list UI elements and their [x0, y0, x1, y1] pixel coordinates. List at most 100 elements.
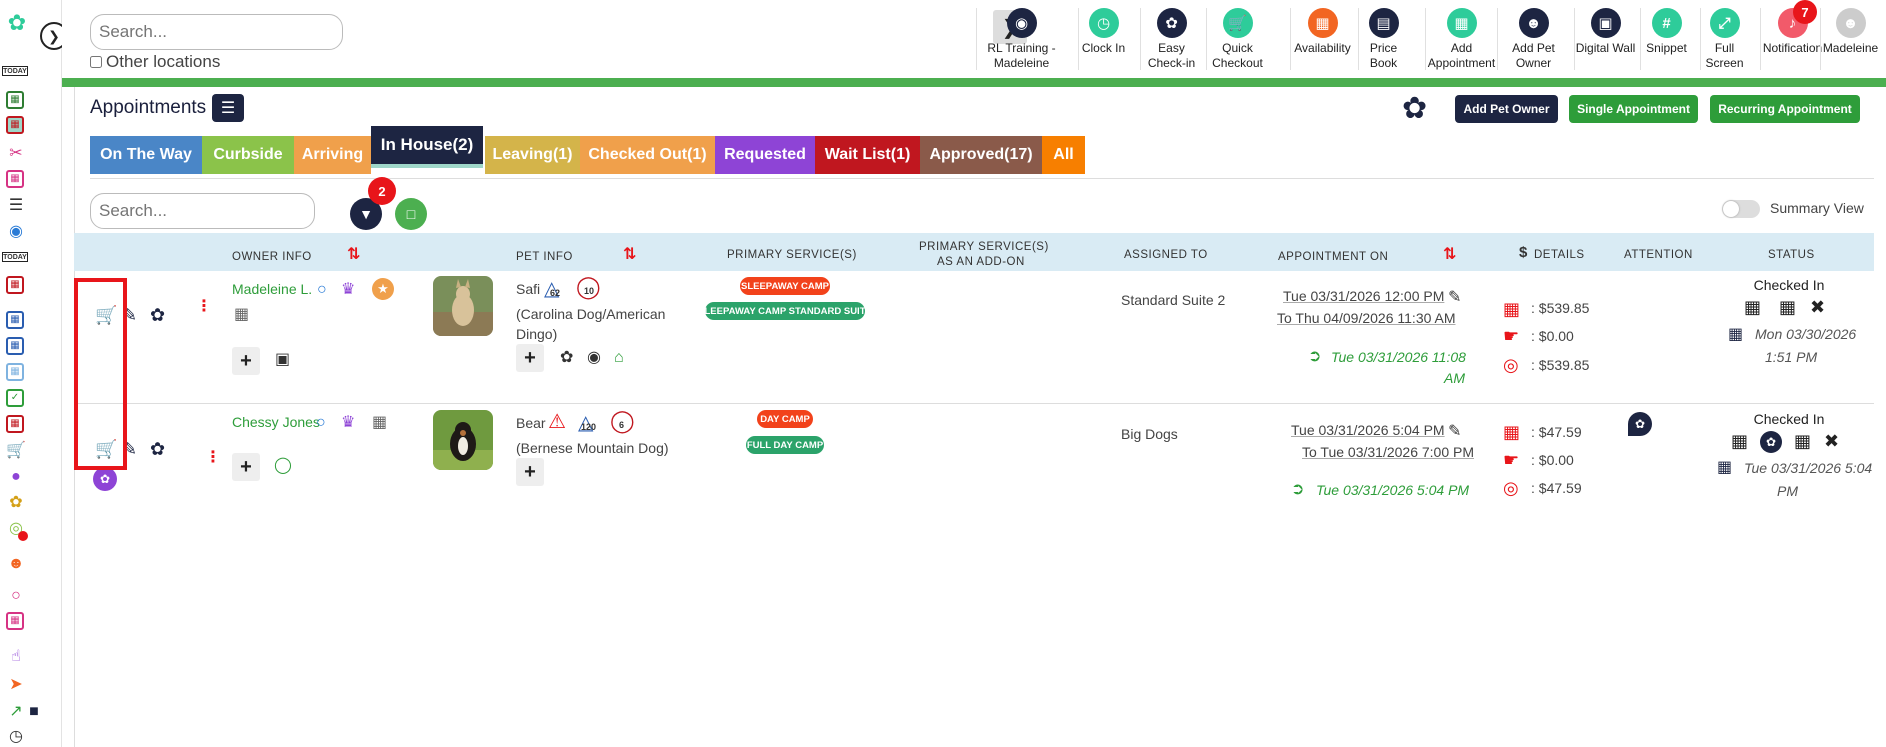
other-locations-checkbox-label[interactable]: Other locations	[90, 52, 220, 72]
kennel-icon[interactable]: ▦	[1794, 431, 1811, 451]
sort-appointment-icon[interactable]: ⇅	[1443, 244, 1456, 264]
owner-name[interactable]: Chessy Jones	[232, 414, 320, 430]
grid-icon[interactable]: ▦	[6, 363, 24, 381]
folder-icon[interactable]: □	[395, 198, 427, 230]
calendar-red-icon[interactable]: ▦	[6, 276, 24, 294]
cart-icon[interactable]: 🛒	[6, 441, 26, 461]
crown-icon[interactable]: ♛	[341, 280, 355, 300]
pet-behavior-icon[interactable]: ✿	[560, 348, 573, 368]
pet-cart-icon[interactable]: ●	[6, 467, 26, 487]
rocket-icon[interactable]: ➤	[6, 675, 26, 695]
toolbar-hash-button[interactable]: # Snippet	[1640, 8, 1692, 70]
edit-appointment-icon[interactable]: ✎	[1448, 422, 1461, 442]
add-pet-note-button[interactable]: +	[516, 458, 544, 486]
clock-settings-icon[interactable]: ◷	[6, 727, 26, 747]
calendar-week-icon[interactable]: ▦	[6, 337, 24, 355]
paw-logo-icon[interactable]: ✿	[4, 10, 30, 36]
toolbar-map-pin-button[interactable]: ◉ RL Training - Madeleine	[976, 8, 1066, 70]
toolbar-user-button[interactable]: ☻ Madeleine	[1820, 8, 1880, 70]
tab-all[interactable]: All	[1042, 136, 1085, 174]
tab-checked-out[interactable]: Checked Out(1)	[580, 136, 715, 174]
add-owner-note-button[interactable]: +	[232, 347, 260, 375]
paw-check-icon[interactable]: ✿	[150, 305, 165, 325]
toolbar-calendar-plus-button[interactable]: ▦ Add Appointment	[1425, 8, 1497, 70]
crown-icon[interactable]: ♛	[341, 413, 355, 433]
tools-icon[interactable]: ✖	[1824, 431, 1839, 451]
card-icon[interactable]: ▦	[372, 413, 387, 433]
pet-vaccine-icon[interactable]: ◉	[587, 348, 601, 368]
camera-icon[interactable]: ▣	[275, 350, 290, 370]
binoculars-icon[interactable]: ◯	[274, 456, 292, 476]
sort-owner-icon[interactable]: ⇅	[347, 244, 360, 264]
location-pet-icon[interactable]: ◉	[6, 222, 26, 242]
today-settings-icon[interactable]: TODAY	[2, 252, 28, 262]
col-appointment-on[interactable]: APPOINTMENT ON	[1278, 250, 1388, 264]
kennel-icon[interactable]: ▦	[1779, 297, 1796, 317]
tab-on-the-way[interactable]: On The Way	[90, 136, 202, 174]
today-icon[interactable]: TODAY	[2, 66, 28, 76]
card-icon[interactable]: ▦	[234, 305, 249, 325]
add-pet-note-button[interactable]: +	[516, 344, 544, 372]
paw-check-icon[interactable]: ✿	[150, 439, 165, 459]
balance-icon[interactable]: ◎	[1503, 355, 1519, 375]
appointments-calendar-icon[interactable]: ▦	[6, 116, 24, 134]
image-icon[interactable]: ▦	[6, 612, 24, 630]
toolbar-paw-button[interactable]: ✿ Easy Check-in	[1140, 8, 1202, 70]
toolbar-calendar-button[interactable]: ▦ Availability	[1290, 8, 1354, 70]
user-icon[interactable]: ☻	[6, 554, 26, 574]
discount-icon[interactable]: ☛	[1503, 450, 1519, 470]
paw-play-icon[interactable]: ✿	[1402, 91, 1427, 126]
tab-arriving[interactable]: Arriving	[294, 136, 371, 174]
owner-name[interactable]: Madeleine L.	[232, 281, 312, 297]
global-search-input[interactable]	[90, 14, 343, 50]
tab-wait-list[interactable]: Wait List(1)	[815, 136, 920, 174]
paws-icon[interactable]: ✿	[6, 493, 26, 513]
row-menu-icon[interactable]: ⋮	[205, 450, 221, 466]
tab-in-house[interactable]: In House(2)	[371, 126, 483, 168]
sort-pet-icon[interactable]: ⇅	[623, 244, 636, 264]
store-icon[interactable]: ▦	[6, 170, 24, 188]
toolbar-cart-button[interactable]: 🛒 Quick Checkout	[1206, 8, 1268, 70]
calendar-blue-icon[interactable]: ▦	[6, 311, 24, 329]
tab-approved[interactable]: Approved(17)	[920, 136, 1042, 174]
pet-house-icon[interactable]: ⌂	[614, 348, 624, 368]
col-owner-info[interactable]: OWNER INFO	[232, 250, 312, 264]
chat-bubble-icon[interactable]: ○	[316, 413, 326, 433]
col-pet-info[interactable]: PET INFO	[516, 250, 573, 264]
discount-icon[interactable]: ☛	[1503, 326, 1519, 346]
thumbs-up-icon[interactable]: ☝	[6, 647, 26, 667]
report-icon[interactable]: ▦	[6, 415, 24, 433]
pet-photo[interactable]	[433, 276, 493, 336]
add-owner-note-button[interactable]: +	[232, 453, 260, 481]
balance-icon[interactable]: ◎	[1503, 478, 1519, 498]
pet-photo[interactable]	[433, 410, 493, 470]
star-badge-icon[interactable]: ★	[372, 278, 394, 300]
dashboard-icon[interactable]: ▦	[6, 91, 24, 109]
tab-requested[interactable]: Requested	[715, 136, 815, 174]
chat-icon[interactable]: ○	[6, 586, 26, 606]
summary-view-toggle[interactable]	[1722, 200, 1760, 218]
other-locations-checkbox[interactable]	[90, 56, 102, 68]
pet-name[interactable]: Safi	[516, 281, 540, 297]
chat-bubble-icon[interactable]: ○	[317, 280, 327, 300]
lock-icon[interactable]: ■	[24, 702, 44, 722]
toolbar-expand-button[interactable]: ⤢ Full Screen	[1700, 8, 1748, 70]
single-appointment-button[interactable]: Single Appointment	[1569, 95, 1698, 123]
pet-name[interactable]: Bear	[516, 415, 546, 431]
pet-tag-icon[interactable]: ✿	[93, 467, 117, 491]
invoice-icon[interactable]: ▦	[1503, 299, 1520, 319]
recurring-appointment-button[interactable]: Recurring Appointment	[1710, 95, 1860, 123]
report-card-icon[interactable]: ▦	[1744, 297, 1761, 317]
toolbar-user-plus-button[interactable]: ☻ Add Pet Owner	[1497, 8, 1569, 70]
tab-curbside[interactable]: Curbside	[202, 136, 294, 174]
list-view-button[interactable]: ☰	[212, 94, 244, 122]
add-pet-owner-button[interactable]: Add Pet Owner	[1455, 95, 1558, 123]
growth-chart-icon[interactable]: ↗	[6, 702, 26, 722]
invoice-icon[interactable]: ▦	[1503, 422, 1520, 442]
toolbar-clock-button[interactable]: ◷ Clock In	[1078, 8, 1128, 70]
toolbar-book-button[interactable]: ▤ Price Book	[1358, 8, 1408, 70]
report-card-icon[interactable]: ▦	[1731, 431, 1748, 451]
checklist-icon[interactable]: ✓	[6, 389, 24, 407]
row-menu-icon[interactable]: ⋮	[196, 299, 212, 315]
tools-icon[interactable]: ✖	[1810, 297, 1825, 317]
